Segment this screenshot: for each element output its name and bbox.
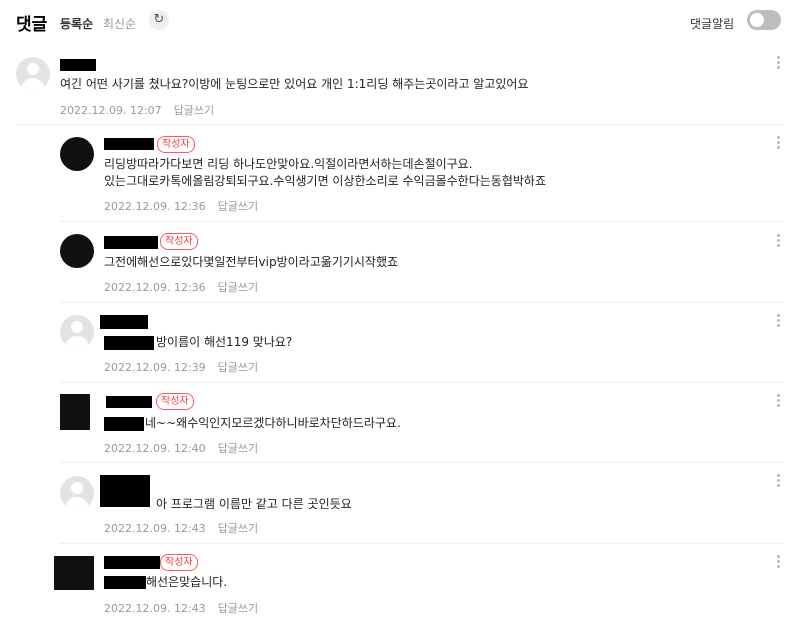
comment-text: 네~~왜수익인지모르겠다하니바로차단하드라구요. (145, 416, 401, 430)
comment-text: 해선은맞습니다. (146, 575, 228, 589)
more-vertical-icon[interactable] (776, 234, 782, 250)
reply-button[interactable]: 답글쓰기 (218, 602, 258, 615)
author-badge: 작성자 (160, 233, 198, 250)
reply-button[interactable]: 답글쓰기 (218, 281, 258, 294)
reply-button[interactable]: 답글쓰기 (218, 522, 258, 535)
author-name-redacted[interactable] (104, 138, 154, 150)
comment-meta: 2022.12.09. 12:43 답글쓰기 (104, 600, 258, 616)
comments-header: 댓글 등록순 최신순 ↻ 댓글알림 (0, 0, 800, 42)
reply-button[interactable]: 답글쓰기 (218, 442, 258, 455)
author-badge: 작성자 (160, 554, 198, 571)
comment-divider (60, 302, 784, 303)
more-vertical-icon[interactable] (776, 474, 782, 490)
comment-meta: 2022.12.09. 12:39 답글쓰기 (104, 359, 258, 375)
refresh-icon[interactable]: ↻ (149, 10, 169, 30)
comment-text: 아 프로그램 이름만 같고 다른 곳인듯요 (156, 497, 352, 511)
comment-date: 2022.12.09. 12:40 (104, 442, 206, 455)
comment-date: 2022.12.09. 12:39 (104, 361, 206, 374)
more-vertical-icon[interactable] (776, 314, 782, 330)
author-badge: 작성자 (157, 136, 195, 153)
comment-meta: 2022.12.09. 12:43 답글쓰기 (104, 520, 258, 536)
more-vertical-icon[interactable] (776, 394, 782, 410)
comment-date: 2022.12.09. 12:43 (104, 522, 206, 535)
more-vertical-icon[interactable] (776, 136, 782, 152)
author-name-redacted[interactable] (106, 396, 152, 408)
mention-redacted (104, 576, 146, 589)
comment-date: 2022.12.09. 12:43 (104, 602, 206, 615)
author-avatar-redacted[interactable] (60, 137, 94, 171)
comment-divider (60, 543, 784, 544)
comment-meta: 2022.12.09. 12:36 답글쓰기 (104, 198, 258, 214)
reply-button[interactable]: 답글쓰기 (218, 361, 258, 374)
more-vertical-icon[interactable] (776, 555, 782, 571)
comment-text-line-1: 리딩방따라가다보면 리딩 하나도안맞아요.익절이라면서하는데손절이구요. (104, 157, 473, 171)
comment-alarm-toggle[interactable] (747, 10, 781, 30)
default-avatar-icon[interactable] (60, 476, 94, 510)
mention-redacted (104, 336, 154, 350)
author-badge: 작성자 (156, 393, 194, 410)
author-name-redacted[interactable] (100, 475, 150, 507)
author-avatar-redacted[interactable] (60, 234, 94, 268)
comment-divider (60, 382, 784, 383)
toggle-knob (750, 13, 764, 27)
mention-redacted (104, 417, 144, 431)
comment-text: 그전에해선으로있다몇일전부터vip방이라고옮기기시작했죠 (104, 255, 399, 269)
comment-divider (60, 221, 784, 222)
sort-latest-button[interactable]: 최신순 (103, 15, 136, 32)
comment-date: 2022.12.09. 12:36 (104, 200, 206, 213)
reply-button[interactable]: 답글쓰기 (218, 200, 258, 213)
comment-text-line-2: 있는그대로카톡에올림강퇴되구요.수익생기면 이상한소리로 수익금몰수한다는동협박… (104, 174, 547, 188)
comments-title: 댓글 (16, 15, 48, 35)
comment-date: 2022.12.09. 12:36 (104, 281, 206, 294)
comment-text: 여긴 어떤 사기를 쳤나요?이방에 눈팅으로만 있어요 개인 1:1리딩 해주는… (60, 77, 529, 91)
comment-alarm-label: 댓글알림 (690, 17, 735, 31)
default-avatar-icon[interactable] (60, 315, 94, 349)
author-name-redacted[interactable] (60, 59, 96, 71)
comment-text: 방이름이 해선119 맞나요? (156, 335, 293, 349)
reply-button[interactable]: 답글쓰기 (174, 104, 214, 117)
author-avatar-redacted[interactable] (54, 556, 94, 590)
comment-date: 2022.12.09. 12:07 (60, 104, 162, 117)
comment-meta: 2022.12.09. 12:07 답글쓰기 (60, 102, 214, 118)
comment-meta: 2022.12.09. 12:36 답글쓰기 (104, 279, 258, 295)
more-vertical-icon[interactable] (776, 56, 782, 72)
author-avatar-redacted[interactable] (60, 394, 90, 430)
comment-meta: 2022.12.09. 12:40 답글쓰기 (104, 440, 258, 456)
default-avatar-icon[interactable] (16, 57, 50, 91)
comment-divider (60, 462, 784, 463)
author-name-redacted[interactable] (104, 236, 158, 249)
author-name-redacted[interactable] (104, 556, 160, 569)
comment-divider (16, 124, 784, 125)
sort-registered-button[interactable]: 등록순 (60, 15, 93, 32)
author-name-redacted[interactable] (100, 315, 148, 329)
